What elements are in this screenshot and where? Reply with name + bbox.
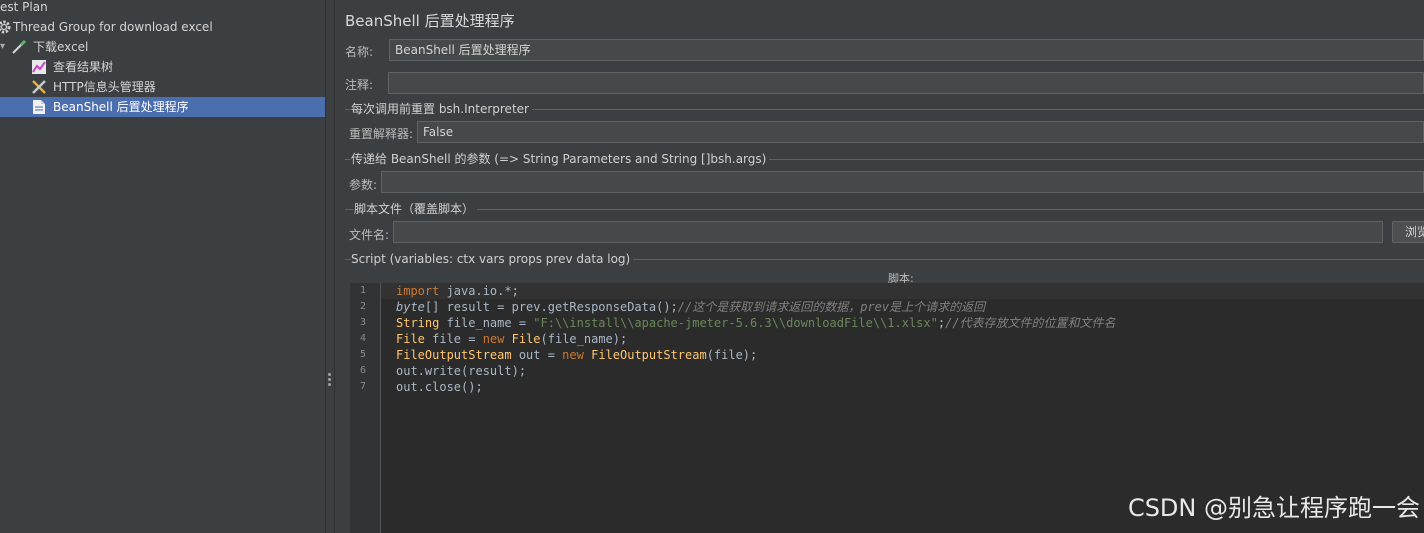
code-token: import xyxy=(396,284,440,298)
code-token: FileOutputStream xyxy=(591,348,707,362)
page-title: BeanShell 后置处理程序 xyxy=(345,12,515,30)
script-file-section: 脚本文件（覆盖脚本） xyxy=(345,202,1424,216)
code-token: new xyxy=(562,348,584,362)
code-token: String xyxy=(396,316,440,330)
wrench-icon xyxy=(31,79,47,95)
tree-item-label: 下载excel xyxy=(33,40,89,54)
parameters-label: 参数: xyxy=(349,178,378,192)
tree-item-download-excel[interactable]: ▾ 下载excel xyxy=(0,37,325,57)
test-plan-tree[interactable]: est Plan Thread Group for download excel… xyxy=(0,0,326,533)
code-token: File xyxy=(396,332,425,346)
code-token: byte xyxy=(396,300,425,314)
code-token: file_name = xyxy=(439,316,534,330)
code-token: new xyxy=(482,332,505,346)
code-token: (file); xyxy=(706,348,758,362)
code-line: out.write(result); xyxy=(396,363,526,379)
code-line: byte[] result = prev.getResponseData();/… xyxy=(396,299,985,315)
code-token: out = xyxy=(511,348,563,362)
line-number-gutter: 1 2 3 4 5 6 7 xyxy=(350,283,381,533)
tree-item-thread-group[interactable]: Thread Group for download excel xyxy=(0,17,325,37)
line-number: 1 xyxy=(359,285,366,296)
line-number: 5 xyxy=(359,349,366,360)
file-name-field[interactable] xyxy=(393,221,1383,243)
sampler-dropper-icon xyxy=(11,39,27,55)
line-number: 3 xyxy=(359,317,366,328)
watermark: CSDN @别急让程序跑一会 xyxy=(1127,494,1420,522)
document-icon xyxy=(31,99,47,115)
tree-item-label: Thread Group for download excel xyxy=(13,20,213,34)
tree-item-label: BeanShell 后置处理程序 xyxy=(53,100,189,114)
comment-label: 注释: xyxy=(345,78,374,92)
code-token: //这个是获取到请求返回的数据，prev是上个请求的返回 xyxy=(677,300,986,314)
line-number: 6 xyxy=(359,365,366,376)
code-token: out.write(result); xyxy=(396,364,527,378)
code-line: File file = new File(file_name); xyxy=(396,331,627,347)
gear-icon xyxy=(0,19,12,35)
comment-field[interactable] xyxy=(388,72,1424,94)
tree-item-http-header-manager[interactable]: HTTP信息头管理器 xyxy=(0,77,325,97)
current-line-highlight xyxy=(381,283,1424,299)
tree-item-test-plan[interactable]: est Plan xyxy=(0,0,325,17)
beanshell-postprocessor-panel: BeanShell 后置处理程序 名称: BeanShell 后置处理程序 注释… xyxy=(335,0,1424,533)
code-token: ; xyxy=(937,316,946,330)
tree-item-view-results-tree[interactable]: 查看结果树 xyxy=(0,57,325,77)
chart-icon xyxy=(31,59,47,75)
code-line: import java.io.*; xyxy=(396,283,519,299)
parameters-section: 传递给 BeanShell 的参数 (=> String Parameters … xyxy=(345,152,1424,166)
section-title: Script (variables: ctx vars props prev d… xyxy=(351,252,634,266)
code-token: //代表存放文件的位置和文件名 xyxy=(945,316,1116,330)
pane-splitter[interactable] xyxy=(326,0,335,533)
code-token: "F:\\install\\apache-jmeter-5.6.3\\downl… xyxy=(533,316,938,330)
reset-interpreter-label: 重置解释器: xyxy=(349,127,414,141)
line-number: 2 xyxy=(359,301,366,312)
code-token: (file_name); xyxy=(540,332,628,346)
code-line: String file_name = "F:\\install\\apache-… xyxy=(396,315,1116,331)
drag-handle-icon xyxy=(328,373,332,388)
code-token: java.io.*; xyxy=(439,284,519,298)
name-label: 名称: xyxy=(345,45,374,59)
code-token: [] result = prev.getResponseData(); xyxy=(424,300,678,314)
chevron-down-icon[interactable]: ▾ xyxy=(0,37,5,57)
parameters-field[interactable] xyxy=(381,171,1424,193)
line-number: 4 xyxy=(359,333,366,344)
code-token: out.close(); xyxy=(396,380,483,394)
line-number: 7 xyxy=(359,381,366,392)
section-title: 每次调用前重置 bsh.Interpreter xyxy=(351,102,532,116)
section-title: 脚本文件（覆盖脚本） xyxy=(354,202,478,216)
code-line: out.close(); xyxy=(396,379,483,395)
name-field[interactable]: BeanShell 后置处理程序 xyxy=(389,39,1424,61)
code-token: FileOutputStream xyxy=(396,348,512,362)
reset-interpreter-section: 每次调用前重置 bsh.Interpreter xyxy=(345,102,1424,116)
tree-item-label: 查看结果树 xyxy=(53,60,114,74)
reset-interpreter-select[interactable]: False xyxy=(417,121,1424,143)
file-name-label: 文件名: xyxy=(349,228,390,242)
tree-item-label: HTTP信息头管理器 xyxy=(53,80,156,94)
code-token: File xyxy=(511,332,541,346)
tree-item-label: est Plan xyxy=(0,0,48,14)
code-token: file = xyxy=(424,332,483,346)
script-section: Script (variables: ctx vars props prev d… xyxy=(345,252,1424,266)
browse-button[interactable]: 浏览 xyxy=(1392,221,1424,243)
section-title: 传递给 BeanShell 的参数 (=> String Parameters … xyxy=(351,152,770,166)
code-line: FileOutputStream out = new FileOutputStr… xyxy=(396,347,757,363)
tree-item-beanshell-postprocessor[interactable]: BeanShell 后置处理程序 xyxy=(0,97,325,117)
